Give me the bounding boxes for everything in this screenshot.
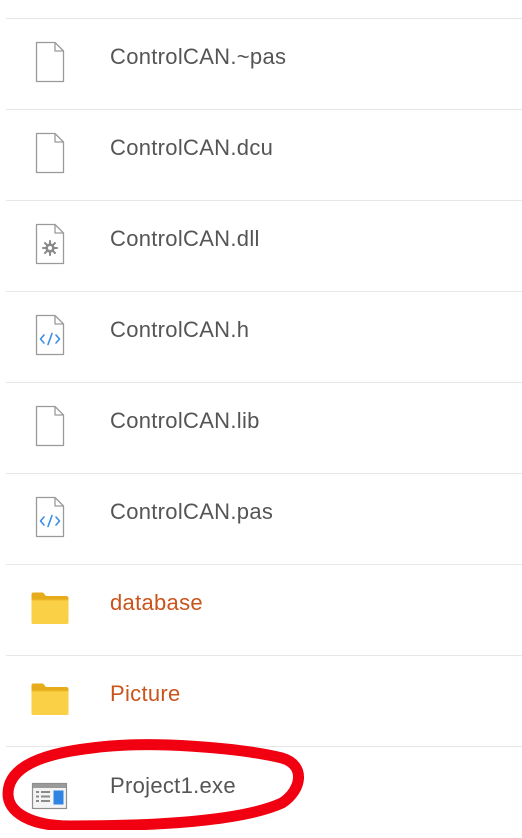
blank-file-icon bbox=[30, 41, 70, 83]
blank-file-icon bbox=[30, 132, 70, 174]
list-item[interactable]: ControlCAN.lib bbox=[0, 383, 522, 474]
file-name: ControlCAN.pas bbox=[110, 499, 274, 524]
file-name: ControlCAN.dcu bbox=[110, 135, 274, 160]
list-item[interactable]: Project1.exe bbox=[0, 747, 522, 838]
code-file-icon bbox=[30, 496, 70, 538]
list-item[interactable]: ControlCAN.~pas bbox=[0, 19, 522, 110]
folder-icon bbox=[30, 680, 70, 722]
file-list: ControlCAN.~pas ControlCAN.dcu ControlCA… bbox=[0, 0, 522, 830]
file-name: ControlCAN.~pas bbox=[110, 44, 287, 69]
file-name: ControlCAN.lib bbox=[110, 408, 260, 433]
file-name: ControlCAN.h bbox=[110, 317, 250, 342]
file-name: ControlCAN.dll bbox=[110, 226, 260, 251]
folder-name: database bbox=[110, 590, 203, 615]
list-item[interactable]: database bbox=[0, 565, 522, 656]
blank-file-icon bbox=[30, 405, 70, 447]
application-window-icon bbox=[30, 771, 70, 813]
folder-name: Picture bbox=[110, 681, 181, 706]
list-item[interactable]: ControlCAN.dcu bbox=[0, 110, 522, 201]
list-item[interactable]: ControlCAN.pas bbox=[0, 474, 522, 565]
file-name: Project1.exe bbox=[110, 773, 236, 798]
gear-file-icon bbox=[30, 223, 70, 265]
list-item[interactable]: Picture bbox=[0, 656, 522, 747]
code-file-icon bbox=[30, 314, 70, 356]
list-item[interactable]: ControlCAN.h bbox=[0, 292, 522, 383]
list-item[interactable]: ControlCAN.dll bbox=[0, 201, 522, 292]
folder-icon bbox=[30, 589, 70, 631]
